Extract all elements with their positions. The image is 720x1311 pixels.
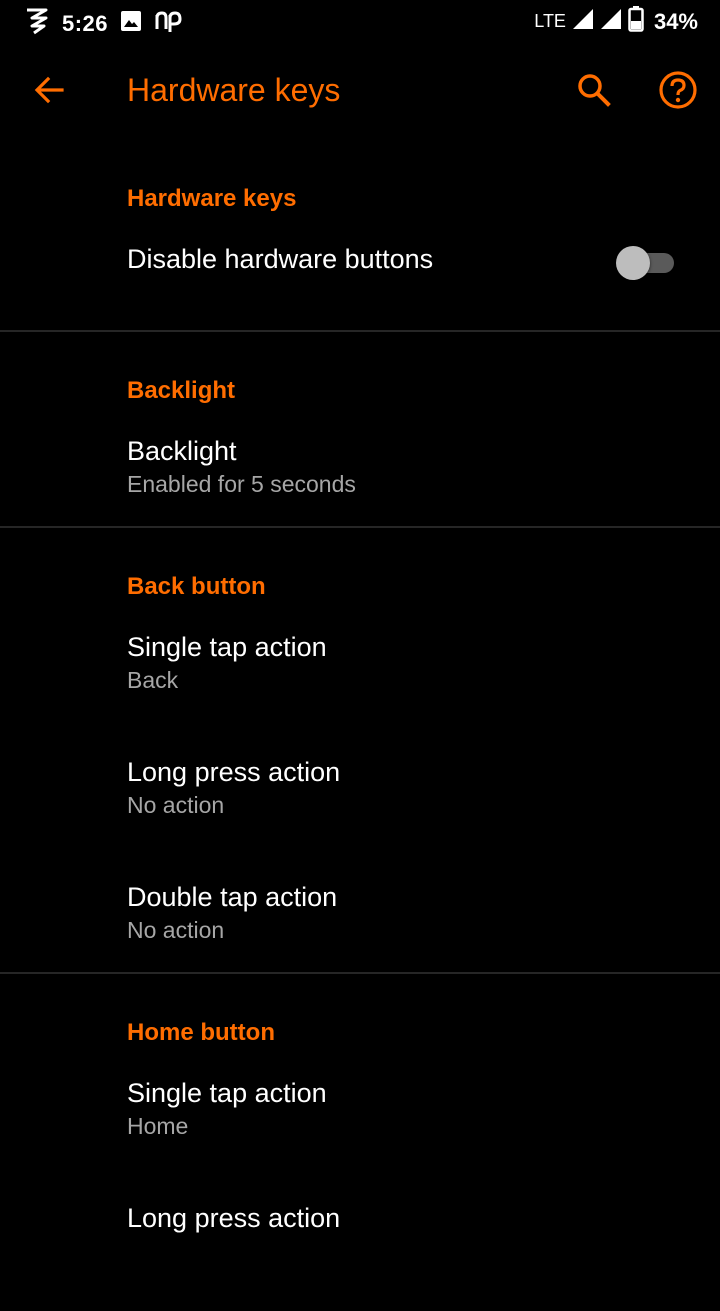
- pref-summary: No action: [127, 792, 225, 818]
- back-arrow-icon: [33, 74, 65, 111]
- disable-hardware-buttons-item[interactable]: Disable hardware buttons: [0, 242, 720, 312]
- signal-icon: [600, 8, 622, 35]
- section-header: Back button: [127, 573, 266, 600]
- image-icon: [120, 10, 142, 37]
- section-back-button: Back button Single tap action Back Long …: [0, 528, 720, 974]
- search-button[interactable]: [572, 70, 616, 114]
- signal-icon: [572, 8, 594, 35]
- pref-summary: Back: [127, 667, 179, 693]
- pref-title: Backlight: [127, 436, 237, 466]
- status-bar: 5:26 LTE 34%: [0, 0, 720, 44]
- switch-thumb: [616, 246, 650, 280]
- section-backlight: Backlight Backlight Enabled for 5 second…: [0, 332, 720, 528]
- back-button[interactable]: [28, 71, 70, 113]
- disable-hardware-buttons-switch[interactable]: [616, 246, 674, 280]
- app-bar: Hardware keys: [0, 44, 720, 140]
- help-icon: [658, 70, 698, 115]
- section-header: Home button: [127, 1019, 275, 1046]
- app-notification-icon: [24, 6, 50, 41]
- battery-icon: [628, 6, 644, 37]
- status-time: 5:26: [62, 10, 109, 36]
- pref-summary: Home: [127, 1113, 189, 1139]
- np-icon: [154, 9, 182, 38]
- search-icon: [576, 72, 612, 113]
- back-double-tap-item[interactable]: Double tap action No action: [0, 880, 720, 954]
- pref-title: Disable hardware buttons: [127, 244, 434, 274]
- home-long-press-item[interactable]: Long press action: [0, 1201, 720, 1293]
- section-header: Hardware keys: [127, 185, 297, 212]
- back-long-press-item[interactable]: Long press action No action: [0, 755, 720, 880]
- help-button[interactable]: [656, 70, 700, 114]
- status-bar-left: 5:26: [24, 6, 182, 41]
- pref-title: Double tap action: [127, 882, 338, 912]
- section-header: Backlight: [127, 377, 236, 404]
- status-bar-right: LTE 34%: [534, 6, 698, 37]
- pref-summary: Enabled for 5 seconds: [127, 471, 356, 497]
- page-title: Hardware keys: [127, 72, 341, 108]
- pref-title: Long press action: [127, 757, 341, 787]
- pref-title: Single tap action: [127, 632, 327, 662]
- pref-title: Long press action: [127, 1203, 341, 1233]
- network-type: LTE: [534, 11, 566, 31]
- battery-level: 34%: [653, 8, 698, 34]
- home-single-tap-item[interactable]: Single tap action Home: [0, 1076, 720, 1201]
- pref-summary: No action: [127, 917, 225, 943]
- section-home-button: Home button Single tap action Home Long …: [0, 974, 720, 1311]
- backlight-item[interactable]: Backlight Enabled for 5 seconds: [0, 434, 720, 508]
- section-hardware-keys: Hardware keys Disable hardware buttons: [0, 140, 720, 332]
- back-single-tap-item[interactable]: Single tap action Back: [0, 630, 720, 755]
- pref-title: Single tap action: [127, 1078, 327, 1108]
- settings-list: Hardware keys Disable hardware buttons B…: [0, 140, 720, 1311]
